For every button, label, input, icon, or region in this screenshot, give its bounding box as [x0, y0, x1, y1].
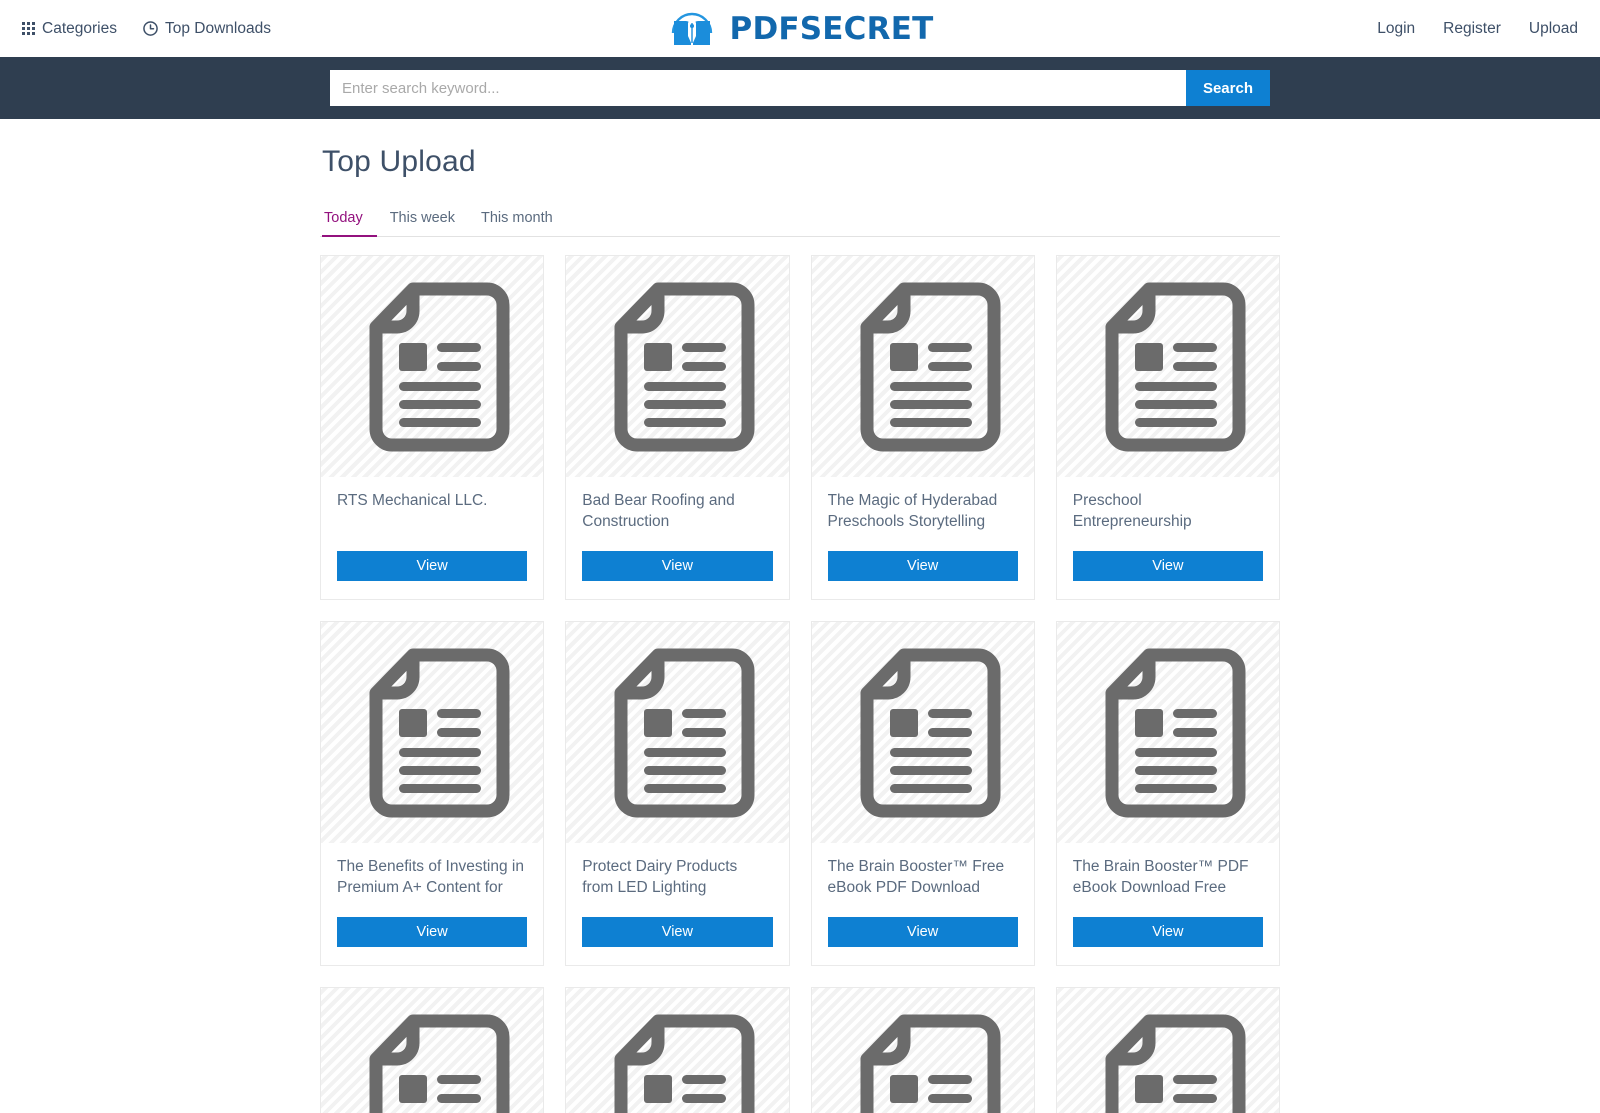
document-thumbnail[interactable] [566, 988, 789, 1113]
document-file-icon [614, 648, 755, 817]
document-file-icon [1105, 1014, 1246, 1113]
document-card-body: The Brain Booster™ PDF eBook Download Fr… [1057, 843, 1279, 965]
search-input[interactable] [330, 70, 1186, 106]
document-card-7[interactable]: The Brain Booster™ PDF eBook Download Fr… [1055, 621, 1280, 966]
view-button[interactable]: View [582, 551, 773, 581]
search-button[interactable]: Search [1185, 70, 1270, 106]
view-button[interactable]: View [337, 917, 528, 947]
upload-link[interactable]: Upload [1529, 20, 1578, 38]
document-file-icon [860, 1014, 1001, 1113]
document-grid: RTS Mechanical LLC. View Bad Bear Roofin… [320, 255, 1280, 1113]
document-thumbnail[interactable] [321, 256, 544, 477]
document-thumbnail[interactable] [811, 988, 1034, 1113]
document-card-body: The Magic of Hyderabad Preschools Storyt… [812, 477, 1034, 599]
brand-title: PDFSECRET [729, 10, 934, 47]
view-button[interactable]: View [827, 917, 1018, 947]
document-title[interactable]: The Brain Booster™ PDF eBook Download Fr… [1073, 857, 1263, 899]
document-card-6[interactable]: The Brain Booster™ Free eBook PDF Downlo… [810, 621, 1035, 966]
document-title[interactable]: Preschool Entrepreneurship [1073, 491, 1263, 533]
top-navigation-bar: Categories Top Downloads PDFSECRET Login… [0, 0, 1600, 57]
nav-item-categories-label: Categories [42, 19, 117, 37]
document-card-2[interactable]: The Magic of Hyderabad Preschools Storyt… [810, 255, 1035, 600]
document-card-body: Bad Bear Roofing and Construction View [566, 477, 788, 599]
document-title[interactable]: The Magic of Hyderabad Preschools Storyt… [828, 491, 1018, 533]
document-card-10[interactable]: View [810, 987, 1035, 1113]
document-thumbnail[interactable] [811, 256, 1034, 477]
main-content: Top Upload Today This week This month RT… [320, 119, 1280, 1113]
document-card-9[interactable]: View [565, 987, 790, 1113]
page-root: Categories Top Downloads PDFSECRET Login… [0, 0, 1600, 1113]
clock-icon [143, 21, 158, 36]
document-card-4[interactable]: The Benefits of Investing in Premium A+ … [320, 621, 545, 966]
period-tabs: Today This week This month [320, 205, 1280, 237]
document-card-5[interactable]: Protect Dairy Products from LED Lighting… [565, 621, 790, 966]
document-file-icon [1105, 648, 1246, 817]
document-title[interactable]: RTS Mechanical LLC. [337, 491, 527, 533]
document-thumbnail[interactable] [811, 622, 1034, 843]
search-form: Search [330, 70, 1270, 106]
brand-logo-link[interactable]: PDFSECRET [667, 3, 934, 54]
document-file-icon [614, 282, 755, 451]
login-link[interactable]: Login [1377, 20, 1415, 38]
page-title: Top Upload [322, 145, 476, 178]
document-card-1[interactable]: Bad Bear Roofing and Construction View [565, 255, 790, 600]
nav-item-top-downloads-label: Top Downloads [164, 19, 271, 37]
document-file-icon [860, 648, 1001, 817]
document-thumbnail[interactable] [566, 256, 789, 477]
document-title[interactable]: The Benefits of Investing in Premium A+ … [337, 857, 527, 899]
primary-nav: Categories Top Downloads [22, 20, 271, 38]
register-link[interactable]: Register [1443, 20, 1501, 38]
view-button[interactable]: View [582, 917, 773, 947]
document-card-body: The Benefits of Investing in Premium A+ … [321, 843, 543, 965]
grid-icon [22, 22, 35, 35]
document-thumbnail[interactable] [321, 988, 544, 1113]
document-card-11[interactable]: View [1055, 987, 1280, 1113]
document-card-0[interactable]: RTS Mechanical LLC. View [320, 255, 545, 600]
document-thumbnail[interactable] [566, 622, 789, 843]
tab-today[interactable]: Today [322, 206, 377, 237]
document-thumbnail[interactable] [1056, 622, 1279, 843]
book-pen-logo-icon [667, 3, 717, 54]
document-title[interactable]: Bad Bear Roofing and Construction [582, 491, 772, 533]
account-nav: Login Register Upload [1377, 20, 1578, 38]
document-thumbnail[interactable] [1056, 988, 1279, 1113]
view-button[interactable]: View [1072, 917, 1263, 947]
document-card-8[interactable]: View [320, 987, 545, 1113]
document-card-body: Preschool Entrepreneurship View [1057, 477, 1279, 599]
document-file-icon [369, 1014, 510, 1113]
tab-this-week[interactable]: This week [377, 206, 468, 237]
document-title[interactable]: Protect Dairy Products from LED Lighting [582, 857, 772, 899]
document-card-3[interactable]: Preschool Entrepreneurship View [1055, 255, 1280, 600]
view-button[interactable]: View [337, 551, 528, 581]
document-file-icon [369, 282, 510, 451]
view-button[interactable]: View [827, 551, 1018, 581]
document-file-icon [369, 648, 510, 817]
nav-item-top-downloads[interactable]: Top Downloads [143, 20, 271, 38]
document-card-body: The Brain Booster™ Free eBook PDF Downlo… [812, 843, 1034, 965]
document-card-body: RTS Mechanical LLC. View [321, 477, 543, 599]
search-band: Search [0, 57, 1600, 119]
nav-item-categories[interactable]: Categories [22, 20, 117, 38]
view-button[interactable]: View [1072, 551, 1263, 581]
tab-this-month[interactable]: This month [468, 206, 566, 237]
document-file-icon [614, 1014, 755, 1113]
document-title[interactable]: The Brain Booster™ Free eBook PDF Downlo… [828, 857, 1018, 899]
document-thumbnail[interactable] [1056, 256, 1279, 477]
document-file-icon [860, 282, 1001, 451]
document-file-icon [1105, 282, 1246, 451]
document-card-body: Protect Dairy Products from LED Lighting… [566, 843, 788, 965]
document-thumbnail[interactable] [321, 622, 544, 843]
